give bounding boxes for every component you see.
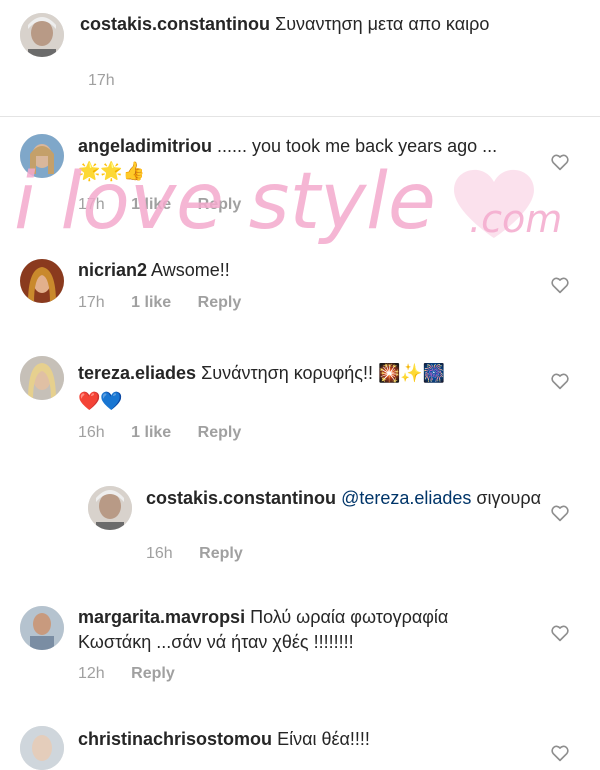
avatar-photo-icon bbox=[20, 259, 64, 303]
like-heart-icon[interactable] bbox=[550, 744, 570, 762]
comment-username[interactable]: nicrian2 bbox=[78, 260, 147, 280]
comment-meta: 17h 1 like Reply bbox=[78, 196, 263, 214]
comment-time: 17h bbox=[78, 294, 105, 311]
avatar[interactable] bbox=[88, 486, 132, 530]
like-heart-icon[interactable] bbox=[550, 372, 570, 390]
comment-body-line2: Κωστάκη ...σάν νά ήταν χθές !!!!!!!! bbox=[78, 632, 354, 652]
comment-username[interactable]: angeladimitriou bbox=[78, 136, 212, 156]
comment-body: Συναντηση μετα απο καιρο bbox=[275, 14, 490, 34]
comment-username[interactable]: costakis.constantinou bbox=[146, 488, 336, 508]
comment-time: 17h bbox=[88, 72, 115, 89]
avatar[interactable] bbox=[20, 134, 64, 178]
like-heart-icon[interactable] bbox=[550, 276, 570, 294]
like-heart-icon[interactable] bbox=[550, 504, 570, 522]
comment-time: 16h bbox=[78, 424, 105, 441]
divider bbox=[0, 116, 600, 117]
comment-body: σιγουρα bbox=[476, 488, 542, 508]
comment-username[interactable]: costakis.constantinou bbox=[80, 14, 270, 34]
comment-text: tereza.eliades Συνάντηση κορυφής!! 🎇✨🎆 bbox=[78, 361, 538, 386]
comment-text: margarita.mavropsi Πολύ ωραία φωτογραφία… bbox=[78, 605, 538, 655]
comment-time: 17h bbox=[78, 196, 105, 213]
avatar[interactable] bbox=[20, 356, 64, 400]
mention-link[interactable]: @tereza.eliades bbox=[341, 488, 471, 508]
comment-likes[interactable]: 1 like bbox=[131, 196, 171, 213]
comment-meta: 16h 1 like Reply bbox=[78, 424, 263, 442]
comment-body: Πολύ ωραία φωτογραφία bbox=[250, 607, 449, 627]
avatar[interactable] bbox=[20, 606, 64, 650]
reply-button[interactable]: Reply bbox=[198, 294, 242, 311]
comment-likes[interactable]: 1 like bbox=[131, 424, 171, 441]
comment-username[interactable]: tereza.eliades bbox=[78, 363, 196, 383]
emoji: 🎇✨🎆 bbox=[377, 363, 446, 383]
comment-text: costakis.constantinou Συναντηση μετα απο… bbox=[80, 12, 520, 37]
emoji: 🌟🌟👍 bbox=[78, 161, 146, 181]
comment-body: Είναι θέα!!!! bbox=[277, 729, 370, 749]
comment-text: christinachrisostomou Είναι θέα!!!! bbox=[78, 727, 538, 752]
avatar-photo-icon bbox=[20, 13, 64, 57]
reply-button[interactable]: Reply bbox=[131, 665, 175, 682]
avatar[interactable] bbox=[20, 726, 64, 770]
comment-meta: 17h 1 like Reply bbox=[78, 294, 263, 312]
comment-meta: 17h bbox=[88, 72, 137, 90]
reply-button[interactable]: Reply bbox=[198, 196, 242, 213]
comment-text: angeladimitriou ...... you took me back … bbox=[78, 134, 518, 184]
avatar-photo-icon bbox=[88, 486, 132, 530]
comment-body: ...... you took me back years ago ... bbox=[217, 136, 498, 156]
avatar-photo-icon bbox=[20, 726, 64, 770]
avatar-photo-icon bbox=[20, 356, 64, 400]
reply-button[interactable]: Reply bbox=[198, 424, 242, 441]
watermark-suffix: .com bbox=[469, 197, 562, 241]
avatar-photo-icon bbox=[20, 606, 64, 650]
comment-body: Awsome!! bbox=[151, 260, 230, 280]
comment-username[interactable]: christinachrisostomou bbox=[78, 729, 272, 749]
comment-text-line2: ❤️💙 bbox=[78, 389, 123, 414]
like-heart-icon[interactable] bbox=[550, 153, 570, 171]
comment-time: 16h bbox=[146, 545, 173, 562]
reply-button[interactable]: Reply bbox=[199, 545, 243, 562]
avatar[interactable] bbox=[20, 13, 64, 57]
comment-meta: 12h Reply bbox=[78, 665, 197, 683]
like-heart-icon[interactable] bbox=[550, 624, 570, 642]
comment-meta: 16h Reply bbox=[146, 545, 265, 563]
comment-text: nicrian2 Awsome!! bbox=[78, 258, 518, 283]
avatar-photo-icon bbox=[20, 134, 64, 178]
comment-username[interactable]: margarita.mavropsi bbox=[78, 607, 245, 627]
comment-body: Συνάντηση κορυφής!! bbox=[201, 363, 373, 383]
comment-time: 12h bbox=[78, 665, 105, 682]
comment-likes[interactable]: 1 like bbox=[131, 294, 171, 311]
heart-emoji: ❤️💙 bbox=[78, 391, 123, 411]
avatar[interactable] bbox=[20, 259, 64, 303]
comment-text: costakis.constantinou @tereza.eliades σι… bbox=[146, 486, 546, 511]
